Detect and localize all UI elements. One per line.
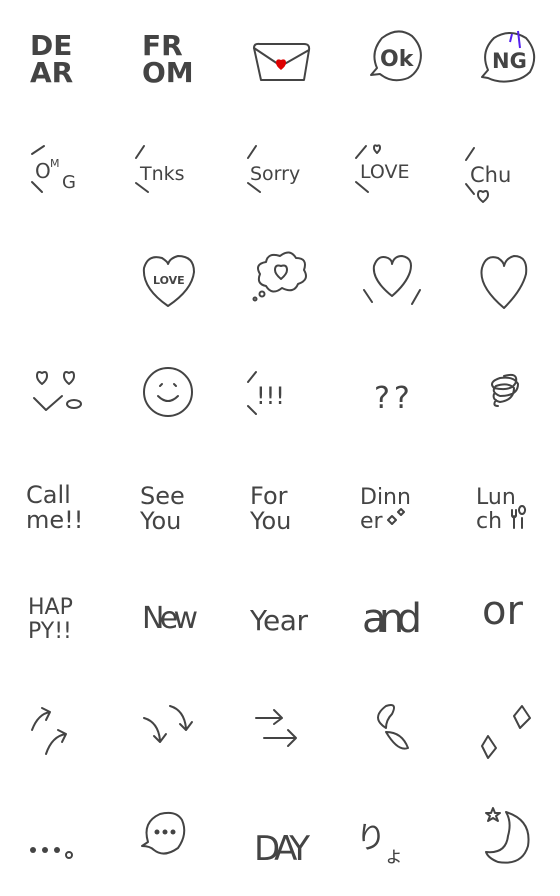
call-me-line2: me!! <box>26 506 83 534</box>
and-text: and <box>362 596 422 642</box>
happy-line1: HAP <box>28 595 73 620</box>
sticker-dinner[interactable]: Dinn er <box>336 448 448 560</box>
see-you-line2: You <box>139 507 181 535</box>
sticker-heart-eyes-tongue[interactable] <box>0 336 112 448</box>
sparkle-icon <box>387 508 405 525</box>
day-text: DAY <box>254 829 310 869</box>
sticker-sorry[interactable]: Sorry <box>224 112 336 224</box>
speech-bubble-dots-icon <box>141 811 186 855</box>
drops-icon <box>377 704 409 750</box>
sticker-dear[interactable]: DE AR <box>0 0 112 112</box>
sticker-diamonds[interactable] <box>448 672 560 784</box>
happy-line2: PY!! <box>28 619 72 644</box>
new-text: New <box>142 601 198 636</box>
sticker-for-you[interactable]: For You <box>224 448 336 560</box>
dinner-line2: er <box>360 509 384 534</box>
see-you-line1: See <box>140 482 185 510</box>
sticker-ok[interactable]: Ok <box>336 0 448 112</box>
ryo-ri: り <box>356 821 386 856</box>
smiley-icon <box>143 367 193 417</box>
moon-star-icon <box>485 807 530 864</box>
sticker-two-hearts[interactable] <box>0 224 112 336</box>
sticker-question[interactable]: ?? <box>336 336 448 448</box>
sticker-or[interactable]: or <box>448 560 560 672</box>
sticker-omg[interactable]: O M G <box>0 112 112 224</box>
from-line2: OM <box>142 56 194 89</box>
tnks-text: Tnks <box>139 163 185 185</box>
year-text: Year <box>249 604 308 637</box>
dear-line2: AR <box>30 56 73 89</box>
sticker-lunch[interactable]: Lun ch <box>448 448 560 560</box>
sticker-bubble-dots[interactable] <box>112 784 224 896</box>
or-text: or <box>482 588 523 634</box>
dinner-line1: Dinn <box>360 485 411 510</box>
sticker-dots[interactable] <box>0 784 112 896</box>
sticker-smiley[interactable] <box>112 336 224 448</box>
sticker-up-arrows[interactable] <box>0 672 112 784</box>
for-you-line1: For <box>250 482 288 510</box>
lunch-line2: ch <box>476 509 502 534</box>
sticker-from[interactable]: FR OM <box>112 0 224 112</box>
scribble-icon <box>491 373 519 407</box>
speech-bubble-icon: NG <box>481 30 536 83</box>
sticker-call-me[interactable]: Call me!! <box>0 448 112 560</box>
omg-g: G <box>62 172 76 193</box>
envelope-icon <box>253 42 311 81</box>
ryo-yo: ょ <box>384 843 404 867</box>
emoji-sticker-grid: DE AR FR OM Ok NG O M G Tnks Sorry LOVE … <box>0 0 560 896</box>
sticker-envelope[interactable] <box>224 0 336 112</box>
sticker-new[interactable]: New <box>112 560 224 672</box>
sticker-love-text[interactable]: LOVE <box>336 112 448 224</box>
diamonds-icon <box>481 705 531 759</box>
call-me-line1: Call <box>26 481 71 509</box>
sticker-right-arrows[interactable] <box>224 672 336 784</box>
sticker-love-heart[interactable]: LOVE <box>112 224 224 336</box>
sticker-tnks[interactable]: Tnks <box>112 112 224 224</box>
up-arrows-icon <box>31 707 67 755</box>
sticker-heart-sparkle[interactable] <box>336 224 448 336</box>
sticker-down-arrows[interactable] <box>112 672 224 784</box>
speech-bubble-icon: Ok <box>370 30 422 82</box>
heart-icon <box>363 255 421 305</box>
thought-cloud-heart-icon <box>252 251 307 302</box>
love-text: LOVE <box>360 161 410 183</box>
sticker-ng[interactable]: NG <box>448 0 560 112</box>
down-arrows-icon <box>143 705 193 743</box>
hearts-icon <box>0 224 112 336</box>
sticker-ryo[interactable]: り ょ <box>336 784 448 896</box>
sticker-exclaim[interactable]: !!! <box>224 336 336 448</box>
sticker-year[interactable]: Year <box>224 560 336 672</box>
question-text: ?? <box>374 381 414 416</box>
ng-text: NG <box>492 49 527 73</box>
heart-icon <box>480 255 528 309</box>
love-heart-text: LOVE <box>153 274 185 287</box>
omg-o: O <box>35 159 51 183</box>
sticker-thought-heart[interactable] <box>224 224 336 336</box>
sticker-see-you[interactable]: See You <box>112 448 224 560</box>
for-you-line2: You <box>249 507 291 535</box>
heart-icon: LOVE <box>142 255 195 307</box>
sticker-scribble[interactable] <box>448 336 560 448</box>
sorry-text: Sorry <box>250 163 300 185</box>
heart-eyes-face-icon <box>33 371 82 411</box>
exclaim-text: !!! <box>256 382 285 410</box>
lunch-line1: Lun <box>476 485 516 510</box>
chu-text: Chu <box>470 163 511 187</box>
sticker-heart[interactable] <box>448 224 560 336</box>
ok-text: Ok <box>380 47 415 72</box>
sticker-happy[interactable]: HAP PY!! <box>0 560 112 672</box>
right-arrows-icon <box>255 709 297 747</box>
sticker-day[interactable]: DAY <box>224 784 336 896</box>
sticker-moon-star[interactable] <box>448 784 560 896</box>
sticker-and[interactable]: and <box>336 560 448 672</box>
sticker-drops[interactable] <box>336 672 448 784</box>
ellipsis-icon <box>30 847 73 859</box>
sticker-chu[interactable]: Chu <box>448 112 560 224</box>
omg-m: M <box>50 157 60 170</box>
